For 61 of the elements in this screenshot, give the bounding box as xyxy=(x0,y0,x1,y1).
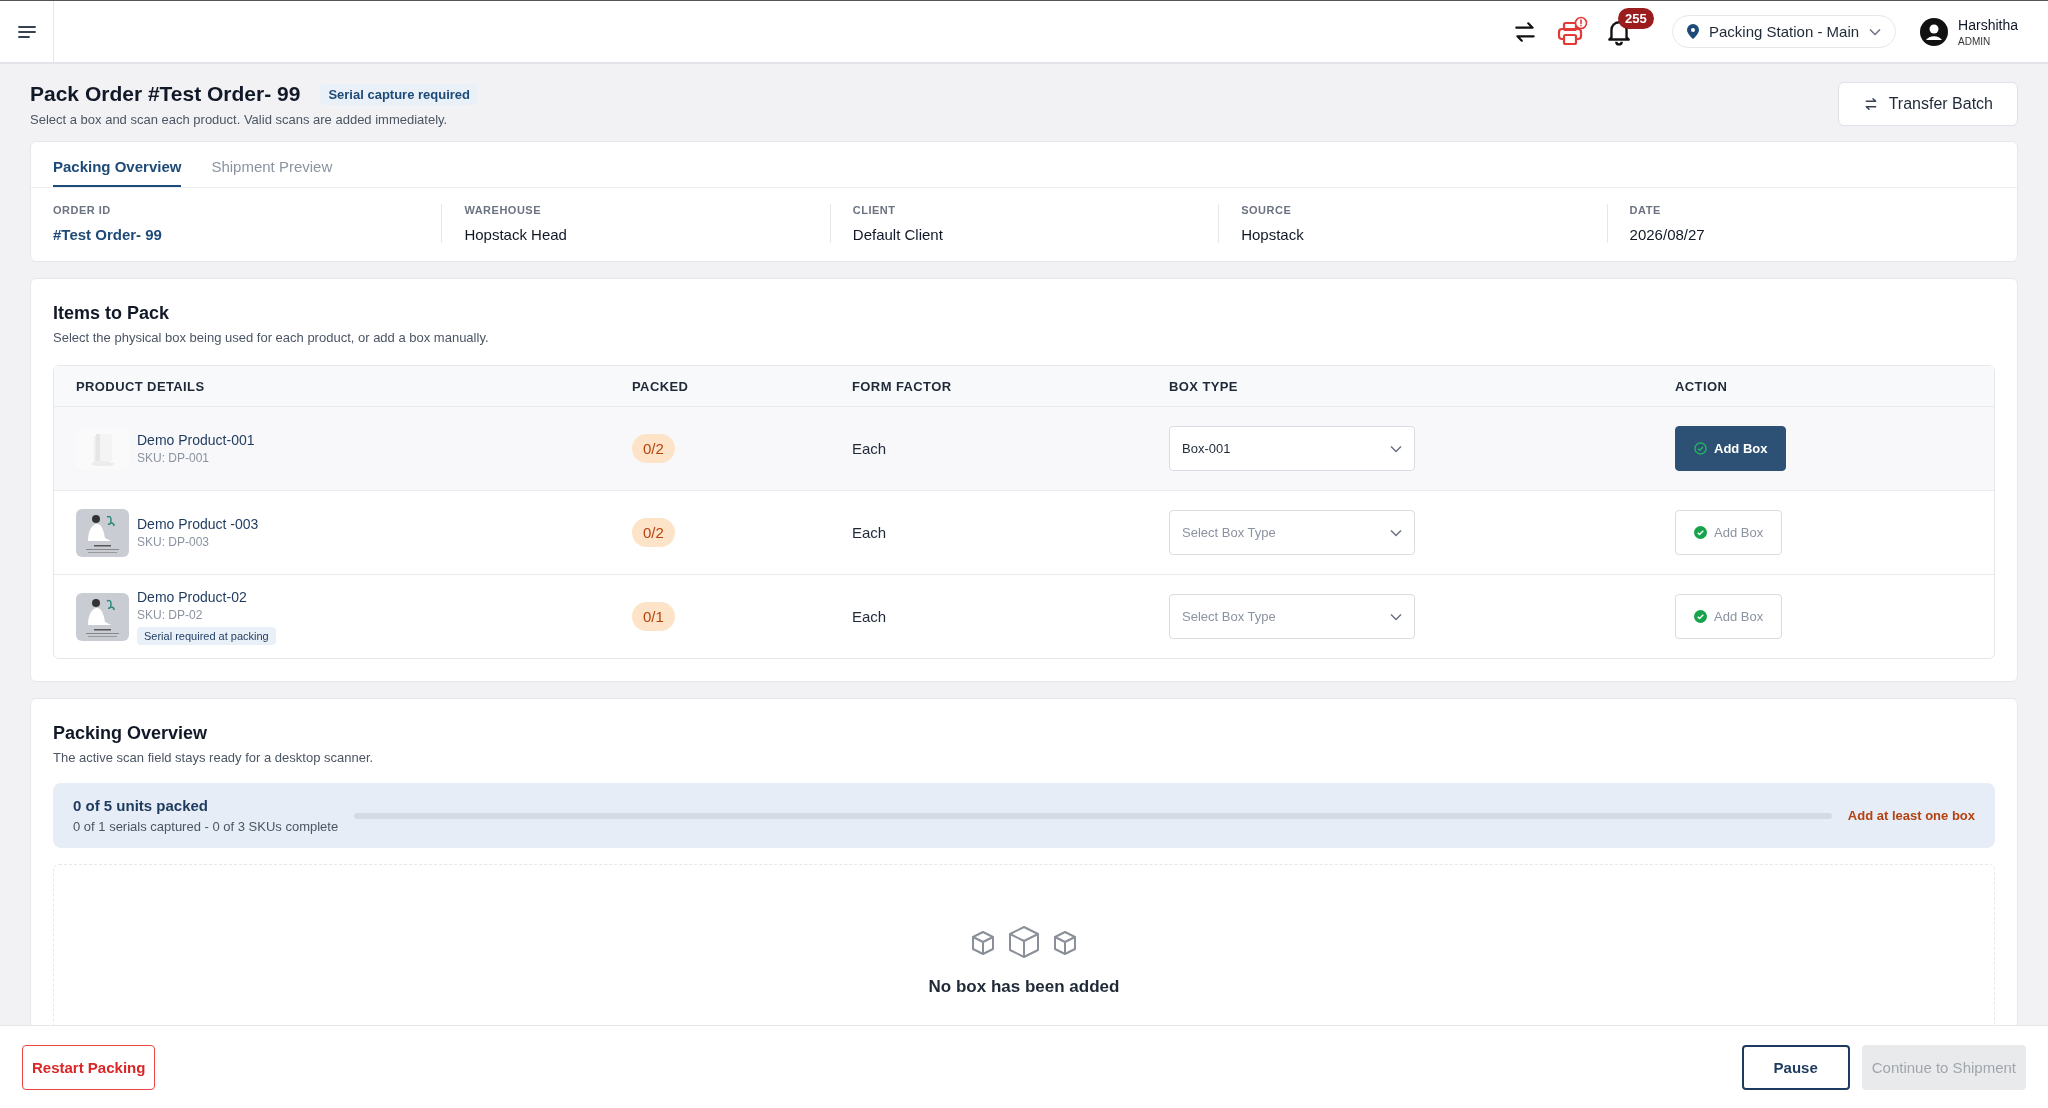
info-value[interactable]: #Test Order- 99 xyxy=(53,226,442,243)
station-selector[interactable]: Packing Station - Main xyxy=(1672,15,1897,48)
chevron-down-icon xyxy=(1390,444,1402,453)
box-type-select[interactable]: Box-001 xyxy=(1169,426,1415,471)
info-label: DATE xyxy=(1629,204,1662,216)
section-title: Packing Overview xyxy=(53,723,209,744)
add-box-button[interactable]: Add Box xyxy=(1675,426,1787,471)
printer-icon[interactable] xyxy=(1556,15,1588,48)
menu-icon[interactable] xyxy=(16,23,37,40)
packed-count: 0/1 xyxy=(632,602,675,631)
user-role: ADMIN xyxy=(1958,35,1992,47)
tab[interactable]: Packing Overview xyxy=(53,142,182,187)
info-value: Hopstack Head xyxy=(464,226,568,243)
page-subtitle: Select a box and scan each product. Valid scans are added immediately. xyxy=(30,112,449,127)
packed-count: 0/2 xyxy=(632,434,675,463)
product-name[interactable]: Demo Product -003 xyxy=(137,516,259,532)
info-label: CLIENT xyxy=(852,204,897,216)
form-factor: Each xyxy=(852,523,887,541)
location-pin-icon xyxy=(1687,24,1699,39)
restart-packing-button[interactable]: Restart Packing xyxy=(22,1044,156,1090)
column-header: PACKED xyxy=(632,378,690,394)
info-label: WAREHOUSE xyxy=(464,204,542,216)
pause-button[interactable]: Pause xyxy=(1741,1044,1850,1090)
check-circle-icon xyxy=(1694,442,1707,455)
page-title: Pack Order #Test Order- 99 xyxy=(30,82,301,106)
packed-count: 0/2 xyxy=(632,518,675,547)
product-sku: SKU: DP-003 xyxy=(137,535,210,549)
serial-tag: Serial required at packing xyxy=(137,626,276,645)
info-value: Default Client xyxy=(852,226,944,243)
form-factor: Each xyxy=(852,607,887,625)
empty-state-title: No box has been added xyxy=(928,977,1120,997)
section-title: Items to Pack xyxy=(53,303,171,324)
info-label: ORDER ID xyxy=(53,204,112,216)
column-header: FORM FACTOR xyxy=(852,378,953,394)
user-avatar-icon[interactable] xyxy=(1920,17,1949,46)
info-value: Hopstack xyxy=(1241,226,1305,243)
column-header: ACTION xyxy=(1675,378,1729,394)
chevron-down-icon xyxy=(1390,528,1402,537)
units-packed: 0 of 5 units packed xyxy=(73,797,210,814)
product-sku: SKU: DP-02 xyxy=(137,607,203,622)
check-circle-icon xyxy=(1694,610,1707,623)
section-subtitle: Select the physical box being used for each product, or add a box manually. xyxy=(53,330,490,345)
column-header: BOX TYPE xyxy=(1169,378,1239,394)
check-circle-icon xyxy=(1694,526,1707,539)
notification-badge: 255 xyxy=(1618,7,1654,29)
product-name[interactable]: Demo Product-02 xyxy=(137,588,247,605)
info-label: SOURCE xyxy=(1241,204,1293,216)
chevron-down-icon xyxy=(1390,612,1402,621)
progress-details: 0 of 1 serials captured - 0 of 3 SKUs complete xyxy=(73,819,339,834)
product-sku: SKU: DP-001 xyxy=(137,451,210,465)
section-subtitle: The active scan field stays ready for a desktop scanner. xyxy=(53,750,375,765)
progress-hint: Add at least one box xyxy=(1847,808,1975,823)
product-name[interactable]: Demo Product-001 xyxy=(137,432,255,448)
user-name: Harshitha xyxy=(1958,16,2018,33)
chevron-down-icon xyxy=(1869,27,1882,36)
serial-badge: Serial capture required xyxy=(320,83,479,105)
column-header: PRODUCT DETAILS xyxy=(76,378,206,394)
form-factor: Each xyxy=(852,439,887,457)
info-value: 2026/08/27 xyxy=(1629,226,1706,243)
transfer-batch-button[interactable]: Transfer Batch xyxy=(1837,82,2018,126)
boxes-icon xyxy=(969,925,1079,961)
